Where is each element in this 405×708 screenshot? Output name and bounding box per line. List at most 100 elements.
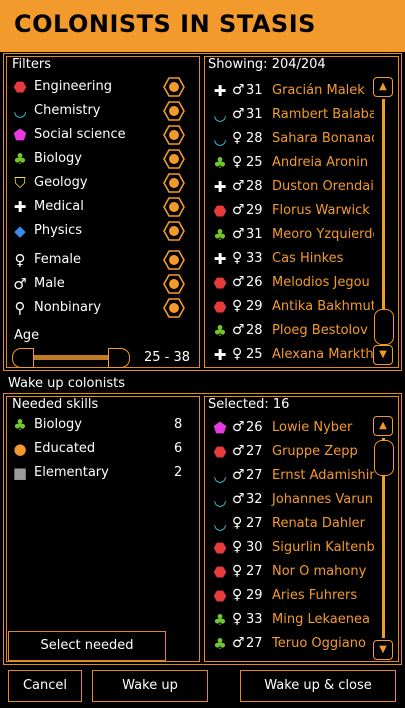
cancel-button[interactable]: Cancel [8, 670, 82, 702]
colonist-age: 33 [246, 612, 263, 627]
filter-toggle-chemistry[interactable] [163, 100, 185, 122]
colonist-age: 28 [246, 179, 263, 194]
colonist-name: Alexana Markth [272, 347, 374, 362]
filter-toggle-engineering[interactable] [163, 76, 185, 98]
scroll-down-button[interactable]: ▼ [373, 345, 393, 365]
gender-icon: ♀ [232, 515, 243, 531]
age-label: Age [14, 328, 40, 343]
gender-icon: ♀ [232, 298, 243, 314]
colonist-row[interactable]: ✚ ♂ 28 Duston Orendair [212, 175, 374, 199]
colonist-row[interactable]: ♣ ♂ 31 Meoro Yzquierdo [212, 223, 374, 247]
filter-toggle-geology[interactable] [163, 172, 185, 194]
colonist-age: 26 [246, 275, 263, 290]
colonist-row[interactable]: ✚ ♀ 25 Alexana Markth [212, 343, 374, 367]
wake-up-close-button[interactable]: Wake up & close [240, 670, 396, 702]
needed-skill-count: 6 [174, 441, 183, 456]
colonist-row[interactable]: ⬣ ♂ 26 Melodios Jegou [212, 271, 374, 295]
filter-toggle-social-science[interactable] [163, 124, 185, 146]
scroll-up-button[interactable]: ▲ [373, 77, 393, 97]
biology-icon: ♣ [213, 226, 227, 244]
colonist-age: 29 [246, 299, 263, 314]
selected-colonist-row[interactable]: ♣ ♀ 33 Ming Lekaenea [212, 608, 374, 632]
filter-toggle-female[interactable] [163, 249, 185, 271]
filter-toggle-physics[interactable] [163, 220, 185, 242]
selected-colonist-row[interactable]: ⬣ ♀ 30 Sigurlin Kaltenbo [212, 536, 374, 560]
chemistry-icon: ◡ [213, 515, 227, 533]
filter-toggle-medical[interactable] [163, 196, 185, 218]
colonist-row[interactable]: ◡ ♀ 28 Sahara Bonanad [212, 127, 374, 151]
engineering-icon: ⬣ [213, 202, 227, 220]
filter-row-female: ♀ Female [12, 249, 187, 271]
gender-icon: ♀ [232, 130, 243, 146]
filter-toggle-male[interactable] [163, 273, 185, 295]
filter-toggle-biology[interactable] [163, 148, 185, 170]
selected-scroll-up-button[interactable]: ▲ [373, 416, 393, 436]
selected-scroll-down-button[interactable]: ▼ [373, 640, 393, 660]
colonist-name: Aries Fuhrers [272, 588, 358, 603]
educated-icon: ● [13, 440, 27, 458]
selected-scroll-thumb[interactable] [374, 440, 394, 476]
needed-skill-label: Elementary [34, 465, 109, 480]
colonist-row[interactable]: ♣ ♂ 28 Ploeg Bestolov [212, 319, 374, 343]
wake-heading: Wake up colonists [8, 376, 125, 391]
filter-row-geology: ⛉ Geology [12, 172, 187, 194]
filters-heading: Filters [12, 57, 51, 72]
selected-colonist-row[interactable]: ⬣ ♀ 29 Aries Fuhrers [212, 584, 374, 608]
filter-row-physics: ◆ Physics [12, 220, 187, 242]
colonist-age: 29 [246, 588, 263, 603]
gender-icon: ♀ [232, 346, 243, 362]
colonist-list[interactable]: ✚ ♂ 31 Gracián Malek ◡ ♂ 31 Rambert Balabaı ◡ ♀ 28… [208, 79, 374, 367]
colonist-row[interactable]: ⬣ ♀ 29 Antika Bakhmut [212, 295, 374, 319]
colonist-row[interactable]: ✚ ♀ 33 Cas Hinkes [212, 247, 374, 271]
selected-colonist-row[interactable]: ◡ ♂ 32 Johannes Varun [212, 488, 374, 512]
social-science-icon: ⬟ [13, 126, 27, 144]
selected-colonist-row[interactable]: ⬣ ♀ 27 Nor O mahony [212, 560, 374, 584]
filter-toggle-nonbinary[interactable] [163, 297, 185, 319]
medical-icon: ✚ [213, 250, 227, 268]
gender-icon: ♂ [232, 226, 245, 242]
colonist-list-scrollbar[interactable]: ▲ ▼ [373, 77, 395, 367]
filter-label: Physics [34, 223, 83, 238]
selected-list-scrollbar[interactable]: ▲ ▼ [373, 416, 395, 660]
colonist-name: Cas Hinkes [272, 251, 344, 266]
colonist-row[interactable]: ✚ ♂ 31 Gracián Malek [212, 79, 374, 103]
biology-icon: ♣ [13, 416, 27, 434]
filter-label: Male [34, 276, 65, 291]
gender-icon: ♀ [232, 611, 243, 627]
select-needed-button[interactable]: Select needed [8, 631, 166, 661]
colonist-row[interactable]: ◡ ♂ 31 Rambert Balabaı [212, 103, 374, 127]
selected-colonist-row[interactable]: ◡ ♂ 27 Ernst Adamishin [212, 464, 374, 488]
colonist-name: Teruo Oggiano [272, 636, 366, 651]
selected-colonist-list[interactable]: ⬟ ♂ 26 Lowie Nyber ⬣ ♂ 27 Gruppe Zepp ◡ ♂ 27 Ernst … [208, 416, 374, 662]
engineering-icon: ⬣ [213, 563, 227, 581]
age-slider-min-handle[interactable] [12, 348, 34, 368]
filter-row-engineering: ⬣ Engineering [12, 76, 187, 98]
chemistry-icon: ◡ [213, 491, 227, 509]
colonist-age: 27 [246, 444, 263, 459]
filter-label: Social science [34, 127, 126, 142]
elementary-icon: ■ [12, 464, 28, 482]
gender-icon: ♀ [232, 563, 243, 579]
chemistry-icon: ◡ [213, 106, 227, 124]
filter-label: Female [34, 252, 82, 267]
colonist-row[interactable]: ⬣ ♂ 29 Florus Warwick [212, 199, 374, 223]
selected-colonist-row[interactable]: ⬣ ♂ 27 Gruppe Zepp [212, 440, 374, 464]
gender-icon: ♀ [232, 154, 243, 170]
needed-skills-heading: Needed skills [12, 397, 99, 412]
selected-colonist-row[interactable]: ◡ ♀ 27 Renata Dahler [212, 512, 374, 536]
scroll-thumb[interactable] [374, 309, 394, 345]
gender-icon: ♂ [232, 274, 245, 290]
biology-icon: ♣ [213, 611, 227, 629]
age-slider-max-handle[interactable] [108, 348, 130, 368]
selected-colonist-row[interactable]: ♣ ♂ 27 Teruo Oggiano [212, 632, 374, 656]
gender-icon: ♀ [232, 539, 243, 555]
selected-colonist-row[interactable]: ⬟ ♂ 26 Lowie Nyber [212, 416, 374, 440]
filter-row-medical: ✚ Medical [12, 196, 187, 218]
wake-up-button[interactable]: Wake up [92, 670, 208, 702]
cancel-label: Cancel [22, 678, 68, 693]
colonist-row[interactable]: ♣ ♀ 25 Andreia Aronin [212, 151, 374, 175]
colonist-age: 25 [246, 155, 263, 170]
age-range-slider[interactable] [12, 348, 130, 368]
colonist-age: 25 [246, 347, 263, 362]
colonist-name: Andreia Aronin [272, 155, 369, 170]
